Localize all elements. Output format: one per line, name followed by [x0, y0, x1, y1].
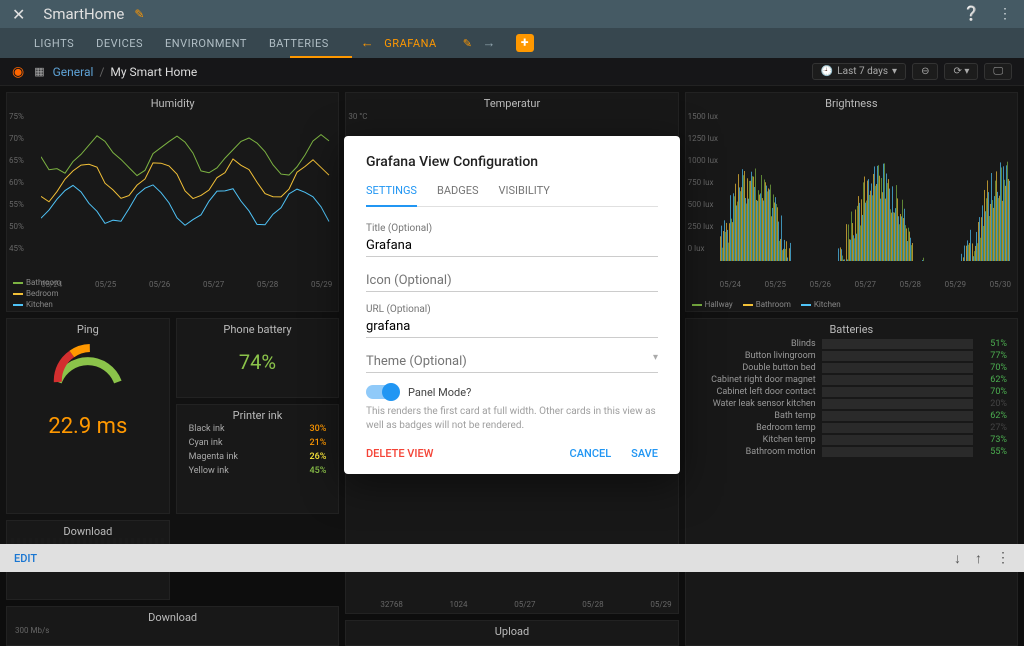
panel-phone-battery: Phone battery 74%: [176, 318, 340, 398]
title-field-label: Title (Optional): [366, 223, 658, 234]
icon-input[interactable]: [366, 270, 658, 292]
dialog-tab-badges[interactable]: BADGES: [437, 184, 479, 206]
arrow-left-icon[interactable]: ←: [361, 35, 375, 51]
panel-humidity: Humidity 05/2405/2505/2605/2705/2805/29 …: [6, 92, 339, 312]
ink-row: Black ink30%: [181, 422, 335, 436]
ink-row: Magenta ink26%: [181, 450, 335, 464]
panel-ping: Ping 22.9 ms: [6, 318, 170, 514]
monitor-icon[interactable]: 🖵: [984, 63, 1012, 80]
dialog-tab-settings[interactable]: SETTINGS: [366, 184, 417, 207]
tab-grafana[interactable]: GRAFANA: [384, 37, 436, 50]
pencil-icon[interactable]: ✎: [134, 7, 144, 21]
tab-strip: LIGHTS DEVICES ENVIRONMENT BATTERIES ← G…: [0, 28, 1024, 58]
battery-row: Bath temp62%: [690, 410, 1013, 422]
panel-brightness: Brightness 05/2405/2505/2605/2705/2805/2…: [685, 92, 1018, 312]
arrow-down-icon[interactable]: ↓: [954, 550, 961, 567]
arrow-up-icon[interactable]: ↑: [975, 550, 982, 567]
panel-mode-help: This renders the first card at full widt…: [366, 405, 658, 433]
chevron-down-icon[interactable]: ▾: [653, 352, 658, 363]
delete-view-button[interactable]: DELETE VIEW: [366, 447, 433, 460]
panel-printer-ink: Printer ink Black ink30%Cyan ink21%Magen…: [176, 404, 340, 514]
panel-batteries: Batteries Blinds51%Button livingroom77%D…: [685, 318, 1018, 646]
app-title: SmartHome: [43, 5, 124, 23]
url-input[interactable]: [366, 316, 658, 338]
panel-upload: Upload: [345, 620, 678, 646]
battery-row: Bedroom temp27%: [690, 422, 1013, 434]
footer-bar: EDIT ↓ ↑ ⋮: [0, 544, 1024, 572]
battery-row: Blinds51%: [690, 338, 1013, 350]
battery-row: Kitchen temp73%: [690, 434, 1013, 446]
breadcrumb-dashboard[interactable]: My Smart Home: [110, 65, 197, 79]
view-config-dialog: Grafana View Configuration SETTINGS BADG…: [344, 136, 680, 474]
kebab-icon[interactable]: ⋮: [998, 6, 1012, 22]
tab-devices[interactable]: DEVICES: [96, 37, 143, 50]
battery-row: Bathroom motion55%: [690, 446, 1013, 458]
breadcrumb-sep: /: [99, 65, 104, 79]
battery-row: Cabinet left door contact70%: [690, 386, 1013, 398]
panel-download-axis: Download 300 Mb/s: [6, 606, 339, 646]
grafana-logo-icon: ◉: [12, 64, 24, 80]
ping-value: 22.9 ms: [11, 414, 165, 439]
theme-select[interactable]: [366, 351, 658, 373]
battery-row: Cabinet right door magnet62%: [690, 374, 1013, 386]
ink-row: Cyan ink21%: [181, 436, 335, 450]
tab-lights[interactable]: LIGHTS: [34, 37, 74, 50]
battery-row: Water leak sensor kitchen20%: [690, 398, 1013, 410]
arrow-right-icon[interactable]: →: [482, 35, 496, 51]
footer-kebab-icon[interactable]: ⋮: [996, 550, 1010, 566]
edit-tab-icon[interactable]: ✎: [463, 37, 473, 50]
phone-battery-value: 74%: [181, 350, 335, 374]
dialog-tab-visibility[interactable]: VISIBILITY: [499, 184, 550, 206]
title-input[interactable]: [366, 235, 658, 257]
ink-row: Yellow ink45%: [181, 464, 335, 478]
save-button[interactable]: SAVE: [631, 447, 658, 460]
cancel-button[interactable]: CANCEL: [570, 447, 612, 460]
breadcrumb-folder[interactable]: General: [53, 65, 94, 79]
battery-row: Button livingroom77%: [690, 350, 1013, 362]
panel-mode-label: Panel Mode?: [408, 386, 471, 399]
tab-batteries[interactable]: BATTERIES: [269, 37, 329, 50]
panel-mode-toggle[interactable]: [366, 385, 398, 399]
zoom-out-button[interactable]: ⊖: [912, 63, 938, 80]
time-range-picker[interactable]: 🕘 Last 7 days ▾: [812, 63, 906, 80]
battery-row: Double button bed70%: [690, 362, 1013, 374]
help-icon[interactable]: ❔: [963, 6, 980, 22]
close-icon[interactable]: ✕: [12, 5, 25, 24]
refresh-button[interactable]: ⟳ ▾: [944, 63, 978, 80]
tab-environment[interactable]: ENVIRONMENT: [165, 37, 247, 50]
add-tab-button[interactable]: +: [516, 34, 534, 52]
apps-icon[interactable]: ▦: [34, 65, 44, 78]
url-field-label: URL (Optional): [366, 304, 658, 315]
panel-title: Humidity: [11, 97, 334, 110]
dialog-title: Grafana View Configuration: [366, 154, 658, 170]
edit-button[interactable]: EDIT: [14, 552, 37, 565]
